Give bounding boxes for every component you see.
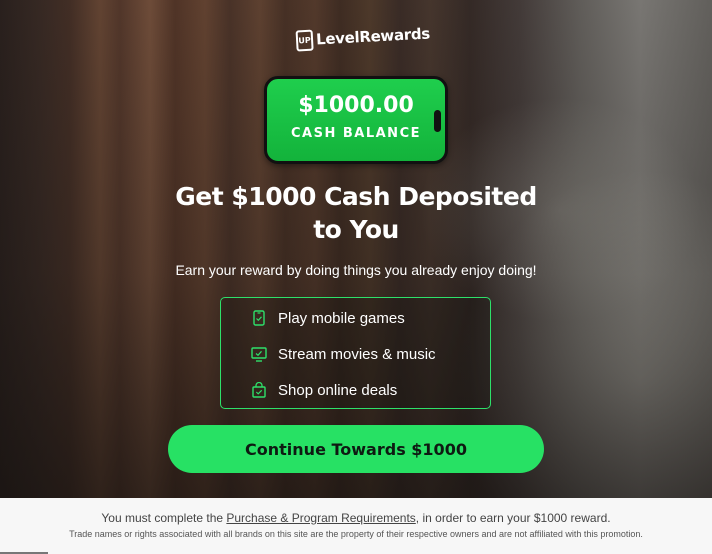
shopping-bag-icon <box>251 382 267 398</box>
feature-item-shopping: Shop online deals <box>251 378 397 402</box>
feature-label: Stream movies & music <box>278 345 436 363</box>
brand-logo[interactable]: UP LevelRewards <box>295 21 430 54</box>
headline-line-1: Get $1000 Cash Deposited <box>175 182 537 211</box>
requirements-suffix: , in order to earn your $1000 reward. <box>415 511 611 525</box>
cash-balance-amount: $1000.00 <box>298 93 414 118</box>
hero-content: UP LevelRewards $1000.00 CASH BALANCE Ge… <box>0 0 712 498</box>
page-subheadline: Earn your reward by doing things you alr… <box>175 262 537 278</box>
brand-name: LevelRewards <box>315 24 431 49</box>
requirements-link[interactable]: Purchase & Program Requirements <box>226 511 415 525</box>
phone-icon <box>251 310 267 326</box>
phone-camera-notch <box>434 110 441 132</box>
feature-item-streaming: Stream movies & music <box>251 342 436 366</box>
requirements-prefix: You must complete the <box>101 511 227 525</box>
continue-button[interactable]: Continue Towards $1000 <box>168 425 544 473</box>
cash-balance-label: CASH BALANCE <box>291 126 421 141</box>
phone-illustration: $1000.00 CASH BALANCE <box>264 76 448 164</box>
feature-label: Shop online deals <box>278 381 398 399</box>
trademark-disclaimer: Trade names or rights associated with al… <box>69 529 643 539</box>
feature-item-games: Play mobile games <box>251 306 405 330</box>
logo-badge-icon: UP <box>295 29 314 51</box>
feature-label: Play mobile games <box>278 309 405 327</box>
headline-line-2: to You <box>313 215 399 244</box>
feature-list: Play mobile games Stream movies & music <box>220 297 491 409</box>
monitor-icon <box>251 346 267 362</box>
page-headline: Get $1000 Cash Deposited to You <box>140 180 572 246</box>
requirements-notice: You must complete the Purchase & Program… <box>0 511 712 525</box>
footer: You must complete the Purchase & Program… <box>0 498 712 554</box>
